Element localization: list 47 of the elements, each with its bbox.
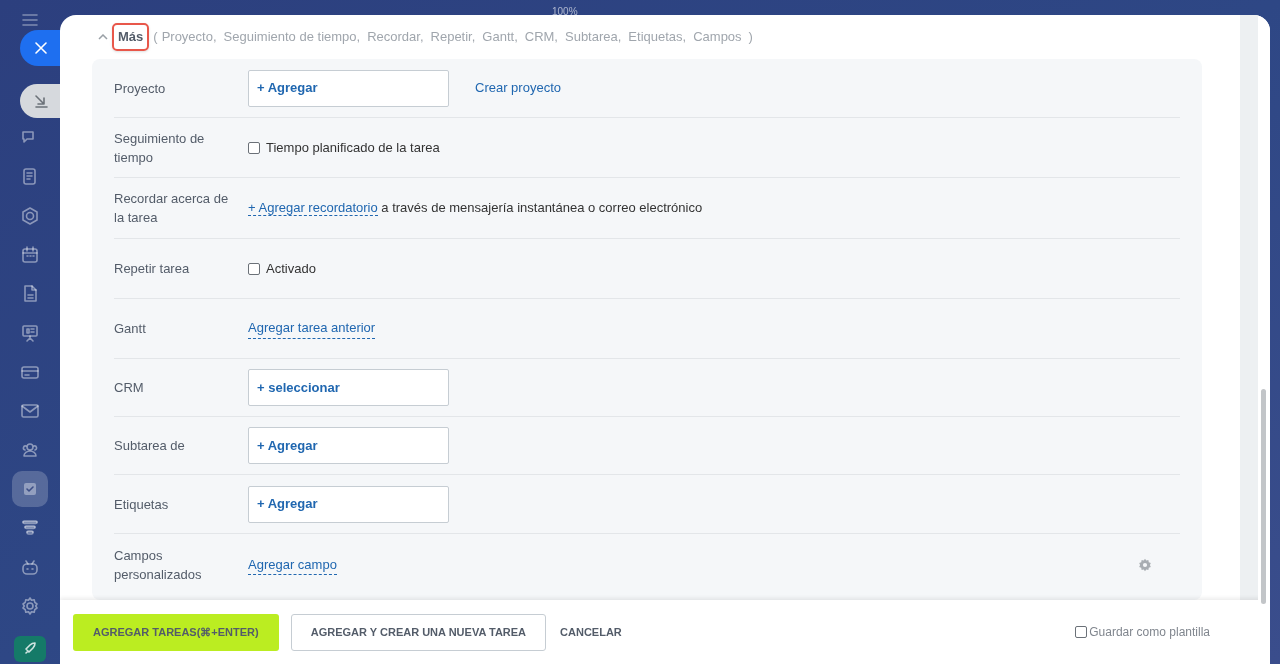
hexagon-icon [20, 206, 40, 226]
calendar-icon [20, 245, 40, 265]
field-label: Subtarea de [114, 437, 186, 455]
settings-icon[interactable] [1138, 558, 1152, 572]
people-icon [20, 440, 40, 460]
field-label: CRM [114, 379, 145, 397]
cancel-button[interactable]: CANCELAR [558, 613, 624, 651]
field-label: Etiquetas [114, 495, 170, 514]
reminder-text: + Agregar recordatorio a través de mensajería instantánea o correo electrónico [248, 199, 703, 218]
add-field[interactable]: + Agregar [248, 427, 449, 464]
add-link[interactable]: Agregar campo [248, 554, 337, 576]
field-label: Recordar acerca de la tarea [114, 190, 230, 227]
field-label: Proyecto [114, 79, 167, 98]
settings-icon [20, 596, 40, 616]
close-icon [35, 42, 47, 54]
add-link[interactable]: Agregar tarea anterior [248, 318, 376, 339]
chevron-icon [98, 34, 108, 40]
sidebar-item[interactable] [12, 471, 48, 507]
checkbox[interactable] [248, 141, 260, 154]
add-tasks-button[interactable]: AGREGAR TAREAS(⌘+ENTER) [73, 613, 279, 651]
checkbox-label: Tiempo planificado de la tarea [266, 138, 440, 157]
arrow-icon [34, 94, 48, 108]
rocket-icon [23, 642, 37, 656]
robot-icon [20, 557, 40, 577]
close-button[interactable] [20, 30, 62, 66]
create-link[interactable]: Crear proyecto [475, 78, 561, 98]
minimize-button[interactable] [20, 84, 62, 118]
reminder-link[interactable]: + Agregar recordatorio [248, 200, 378, 217]
field-label: Repetir tarea [114, 260, 191, 278]
menu-icon[interactable] [22, 14, 38, 26]
presentation-icon [20, 323, 40, 343]
field-label: Campos personalizados [114, 547, 203, 584]
funnel-icon [20, 518, 40, 538]
add-field[interactable]: + seleccionar [248, 369, 449, 406]
mail-icon [20, 401, 40, 421]
rocket-button[interactable] [14, 636, 46, 662]
add-field[interactable]: + Agregar [248, 485, 449, 523]
add-field[interactable]: + Agregar [248, 69, 449, 107]
checkbox[interactable] [248, 262, 260, 275]
scrollbar-thumb[interactable] [1261, 389, 1266, 604]
field-label: Seguimiento de tiempo [114, 129, 206, 167]
checkbox[interactable] [1075, 626, 1088, 638]
add-and-create-button[interactable]: AGREGAR Y CREAR UNA NUEVA TAREA [290, 613, 547, 651]
zoom-label: 100% [552, 5, 578, 19]
field-label: Gantt [114, 320, 147, 338]
checkbox-label: Guardar como plantilla [1089, 624, 1210, 641]
checkbox-label: Activado [266, 259, 316, 278]
